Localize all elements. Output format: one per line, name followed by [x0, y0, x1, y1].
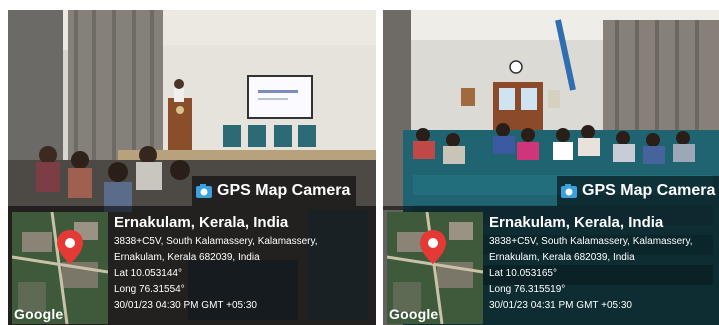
gps-info-panel: Google Ernakulam, Kerala, India 3838+C5V…	[8, 206, 376, 325]
address-line-1: 3838+C5V, South Kalamassery, Kalamassery…	[489, 236, 693, 247]
timestamp: 30/01/23 04:30 PM GMT +05:30	[114, 300, 257, 311]
location-title: Ernakulam, Kerala, India	[114, 214, 289, 231]
address-line-2: Ernakulam, Kerala 682039, India	[489, 252, 635, 263]
gps-camera-label-text: GPS Map Camera	[582, 182, 716, 199]
address-line-1: 3838+C5V, South Kalamassery, Kalamassery…	[114, 236, 318, 247]
camera-icon	[196, 184, 212, 198]
timestamp: 30/01/23 04:31 PM GMT +05:30	[489, 300, 632, 311]
gps-info-panel: Google Ernakulam, Kerala, India 3838+C5V…	[383, 206, 719, 325]
address-line-2: Ernakulam, Kerala 682039, India	[114, 252, 260, 263]
gps-camera-label: GPS Map Camera	[557, 176, 719, 206]
gps-camera-label-text: GPS Map Camera	[217, 182, 351, 199]
camera-icon	[561, 184, 577, 198]
map-brand-logo: Google	[389, 306, 439, 322]
latitude: Lat 10.053165°	[489, 268, 557, 279]
map-thumbnail: Google	[12, 212, 108, 324]
gps-camera-label: GPS Map Camera	[192, 176, 357, 206]
location-title: Ernakulam, Kerala, India	[489, 214, 664, 231]
longitude: Long 76.31554°	[114, 284, 185, 295]
gps-info-text: Ernakulam, Kerala, India 3838+C5V, South…	[489, 214, 693, 314]
photo-seminar-hall-stage: GPS Map Camera Google Ernakulam, Kerala,…	[8, 10, 376, 325]
gps-info-text: Ernakulam, Kerala, India 3838+C5V, South…	[114, 214, 318, 314]
map-thumbnail: Google	[387, 212, 483, 324]
longitude: Long 76.315519°	[489, 284, 566, 295]
latitude: Lat 10.053144°	[114, 268, 182, 279]
map-brand-logo: Google	[14, 306, 64, 322]
photo-seminar-hall-audience: GPS Map Camera Google Ernakulam, Kerala,…	[383, 10, 719, 325]
